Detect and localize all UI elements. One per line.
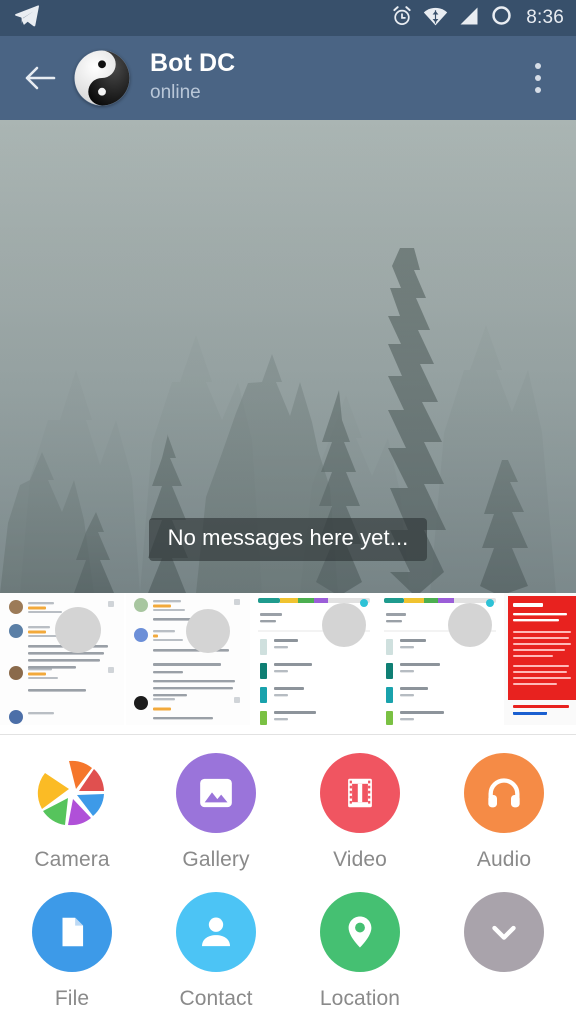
attach-item-location[interactable]: Location xyxy=(288,892,432,1011)
audio-button[interactable] xyxy=(464,753,544,833)
camera-button[interactable] xyxy=(32,753,112,833)
attach-item-contact[interactable]: Contact xyxy=(144,892,288,1011)
gallery-button[interactable] xyxy=(176,753,256,833)
empty-state: No messages here yet... xyxy=(0,518,576,561)
wifi-icon xyxy=(423,5,448,32)
thumb-storage-list-1[interactable] xyxy=(252,593,376,725)
attachment-row-2: File Contact Location xyxy=(0,892,576,1011)
status-bar-system-icons: 8:36 xyxy=(391,4,564,32)
back-button[interactable] xyxy=(14,52,66,104)
alarm-clock-icon xyxy=(391,5,413,32)
telegram-chat-screen: 8:36 Bot DC online No messages here yet.… xyxy=(0,0,576,1024)
status-bar-notifications xyxy=(14,3,40,34)
app-bar: Bot DC online xyxy=(0,36,576,120)
chat-title-block[interactable]: Bot DC online xyxy=(150,48,236,106)
attach-item-file[interactable]: File xyxy=(0,892,144,1011)
chevron-down-icon xyxy=(492,925,516,940)
back-arrow-icon xyxy=(25,66,56,90)
overflow-menu-icon[interactable] xyxy=(514,48,562,108)
thumb-app-reviews-1[interactable] xyxy=(0,593,124,725)
thumb-app-reviews-2[interactable] xyxy=(126,593,250,725)
attach-item-audio[interactable]: Audio xyxy=(432,753,576,872)
image-icon xyxy=(200,778,232,808)
attach-label-camera: Camera xyxy=(34,848,110,871)
thumb-preview xyxy=(0,593,124,725)
status-bar: 8:36 xyxy=(0,0,576,36)
telegram-send-icon xyxy=(14,3,40,34)
thumb-preview xyxy=(504,593,576,725)
attach-item-gallery[interactable]: Gallery xyxy=(144,753,288,872)
attach-item-camera[interactable]: Camera xyxy=(0,753,144,872)
location-button[interactable] xyxy=(320,892,400,972)
yin-yang-avatar xyxy=(74,50,130,106)
attach-label-file: File xyxy=(54,987,90,1010)
overflow-dot xyxy=(535,87,541,93)
page-title: Bot DC xyxy=(150,48,236,77)
empty-state-bubble: No messages here yet... xyxy=(148,518,428,561)
film-strip-icon xyxy=(348,778,372,808)
chat-message-area: No messages here yet... xyxy=(0,120,576,593)
attach-label-audio: Audio xyxy=(476,848,532,871)
thumb-preview xyxy=(378,593,502,725)
thumb-warning-page[interactable] xyxy=(504,593,576,725)
document-icon xyxy=(62,917,84,947)
person-icon xyxy=(202,917,230,947)
attach-label-gallery: Gallery xyxy=(182,848,250,871)
camera-aperture-icon xyxy=(37,760,104,826)
battery-circle-icon xyxy=(490,4,513,32)
avatar[interactable] xyxy=(74,50,130,106)
overflow-dot xyxy=(535,75,541,81)
attach-label-video: Video xyxy=(333,848,387,871)
video-button[interactable] xyxy=(320,753,400,833)
contact-button[interactable] xyxy=(176,892,256,972)
attachment-menu: Camera Gallery Video Audio File Contact … xyxy=(0,735,576,1024)
thumb-preview xyxy=(252,593,376,725)
overflow-dot xyxy=(535,63,541,69)
map-pin-icon xyxy=(348,916,372,948)
status-badge: online xyxy=(150,82,201,104)
thumb-preview xyxy=(126,593,250,725)
attach-label-contact: Contact xyxy=(179,987,253,1010)
headphones-icon xyxy=(488,778,520,808)
attach-label-location: Location xyxy=(319,987,401,1010)
attachment-row-1: Camera Gallery Video Audio xyxy=(0,753,576,872)
status-bar-clock: 8:36 xyxy=(526,7,564,28)
thumb-storage-list-2[interactable] xyxy=(378,593,502,725)
attach-item-collapse[interactable] xyxy=(432,892,576,1011)
recent-photos-strip[interactable] xyxy=(0,593,576,725)
collapse-button[interactable] xyxy=(464,892,544,972)
cellular-signal-icon xyxy=(458,5,480,32)
file-button[interactable] xyxy=(32,892,112,972)
attach-item-video[interactable]: Video xyxy=(288,753,432,872)
